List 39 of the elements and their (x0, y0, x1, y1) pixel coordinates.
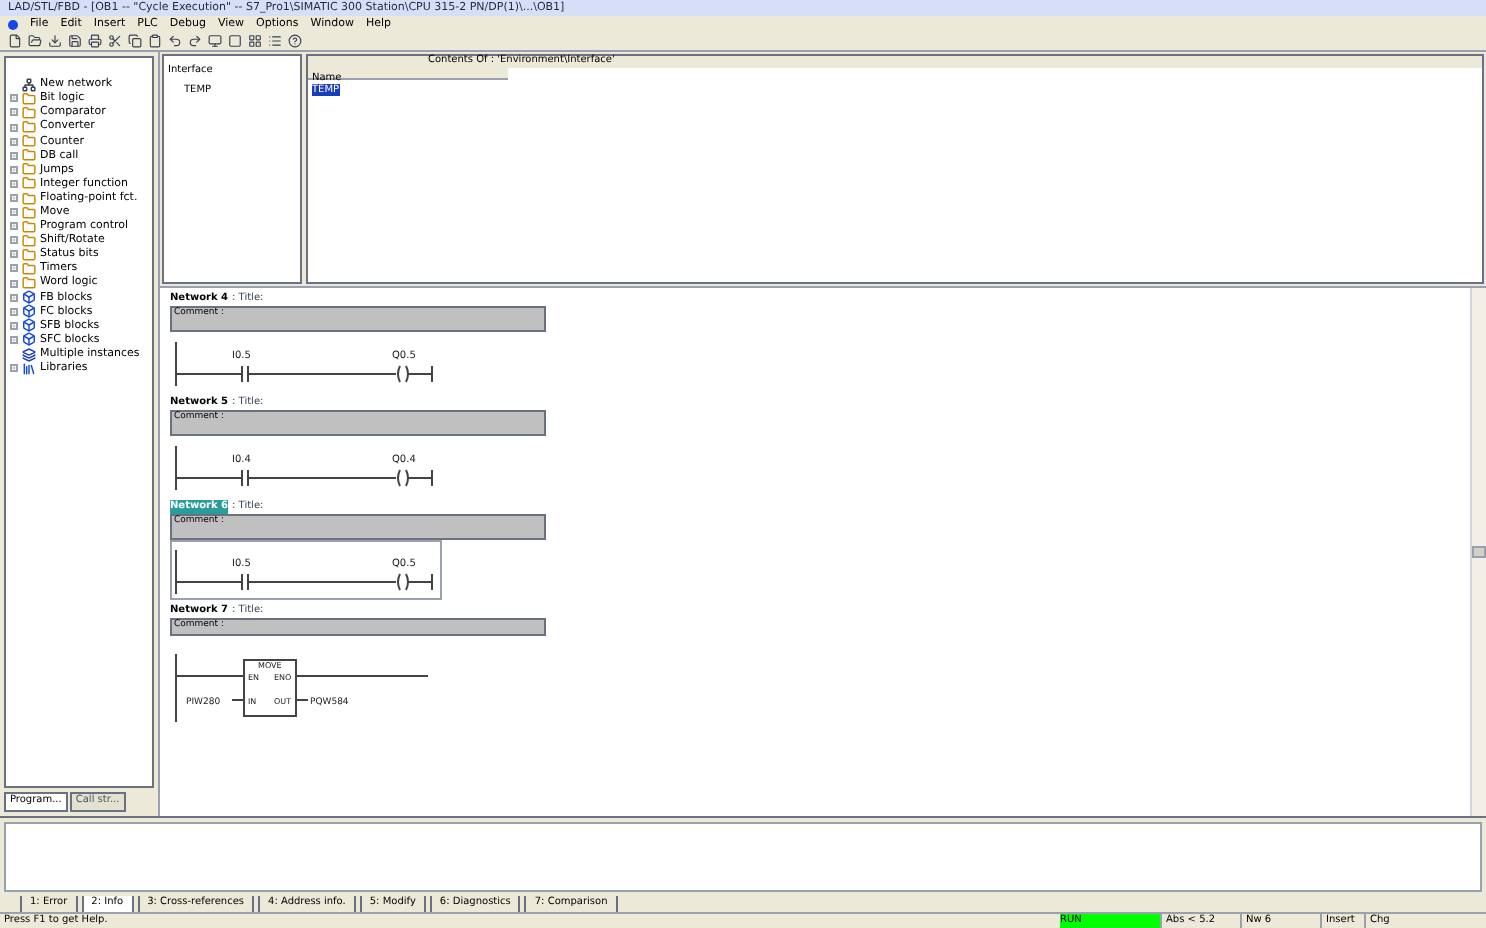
expand-icon[interactable] (10, 151, 18, 160)
new-file-icon[interactable] (8, 34, 22, 48)
expand-icon[interactable] (10, 222, 18, 231)
expand-icon[interactable] (10, 165, 18, 174)
expand-icon[interactable] (10, 321, 18, 330)
undo-icon[interactable] (168, 34, 182, 48)
expand-icon[interactable] (10, 208, 18, 217)
expand-icon[interactable] (10, 236, 18, 245)
expand-icon[interactable] (10, 264, 18, 273)
expand-icon[interactable] (10, 108, 18, 117)
monitor-icon[interactable] (208, 34, 222, 48)
expand-icon[interactable] (10, 307, 18, 316)
list-icon[interactable] (268, 34, 282, 48)
cut-icon[interactable] (108, 34, 122, 48)
expand-icon[interactable] (10, 94, 18, 103)
expand-icon[interactable] (10, 335, 18, 344)
expand-icon[interactable] (10, 123, 18, 132)
expand-icon[interactable] (10, 364, 18, 373)
expand-icon[interactable] (10, 250, 18, 259)
expand-icon[interactable] (10, 179, 18, 188)
download-icon[interactable] (48, 34, 62, 48)
app-icon (8, 19, 18, 29)
grid-icon[interactable] (248, 34, 262, 48)
expand-icon[interactable] (10, 137, 18, 146)
library-icon (22, 361, 36, 376)
help-icon[interactable] (288, 34, 302, 48)
network-icon (22, 77, 36, 92)
instances-icon (22, 347, 36, 362)
printer-icon[interactable] (88, 34, 102, 48)
redo-icon[interactable] (188, 34, 202, 48)
open-folder-icon[interactable] (28, 34, 42, 48)
paste-icon[interactable] (148, 34, 162, 48)
save-icon[interactable] (68, 34, 82, 48)
scrollbar[interactable] (1470, 288, 1486, 816)
expand-icon[interactable] (10, 279, 18, 288)
copy-icon[interactable] (128, 34, 142, 48)
window-icon[interactable] (228, 34, 242, 48)
expand-icon[interactable] (10, 293, 18, 302)
expand-icon[interactable] (10, 194, 18, 202)
